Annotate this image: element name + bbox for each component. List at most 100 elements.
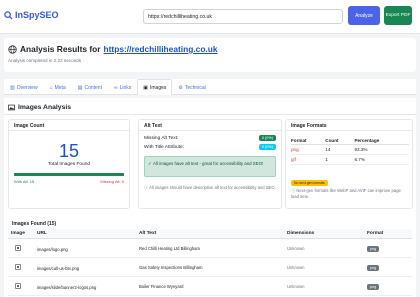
image-icon bbox=[8, 104, 15, 111]
missing-alt-row: Missing Alt Text: 0 (0%) bbox=[144, 135, 276, 141]
panel-heading: Image Formats bbox=[286, 120, 412, 131]
format-badge: png bbox=[367, 245, 379, 252]
image-cell bbox=[8, 257, 34, 277]
tab-links[interactable]: ∞ Links bbox=[108, 79, 137, 95]
format-badge: png bbox=[367, 283, 379, 290]
format-cell: png bbox=[364, 276, 412, 296]
image-url: images/slide/banner2-logos.png bbox=[34, 276, 136, 296]
format-cell: png bbox=[364, 238, 412, 258]
image-cell bbox=[8, 276, 34, 296]
alt-success-alert: ✓ All images have alt text - great for a… bbox=[144, 156, 276, 177]
table-row: png 14 93.3% bbox=[291, 144, 409, 155]
section-title: Images Analysis bbox=[8, 104, 71, 111]
link-icon: ∞ bbox=[113, 85, 118, 91]
images-found-table: Image URL Alt Text Dimensions Format ima… bbox=[8, 229, 412, 296]
note-text: All images should have descriptive alt t… bbox=[149, 185, 276, 190]
alt-coverage-fill bbox=[14, 173, 124, 176]
column-header: Dimensions bbox=[284, 229, 364, 239]
search-icon bbox=[4, 10, 13, 20]
tab-label: Overview bbox=[16, 85, 38, 91]
image-thumbnail-icon[interactable] bbox=[15, 282, 21, 289]
tab-overview[interactable]: ▥ Overview bbox=[4, 79, 44, 95]
gear-icon: ⚙ bbox=[178, 85, 183, 91]
format-name: png bbox=[291, 144, 326, 155]
divider bbox=[4, 114, 416, 115]
image-url: images/call-us-btn.png bbox=[34, 257, 136, 277]
missing-alt-count: Missing Alt: 0 bbox=[100, 179, 124, 184]
missing-alt-badge: 0 (0%) bbox=[258, 135, 276, 141]
format-count: 14 bbox=[325, 144, 355, 155]
analyze-button-label: Analyze bbox=[355, 12, 373, 19]
export-button-label: Export PDF bbox=[385, 12, 411, 18]
top-bar: InSpySEO Analyze Export PDF bbox=[0, 0, 420, 34]
tab-images[interactable]: ▣ Images bbox=[137, 79, 173, 95]
tab-content[interactable]: ▤ Content bbox=[72, 79, 108, 95]
next-gen-badge: No next-gen formats bbox=[291, 180, 328, 186]
with-alt-count: With Alt: 15 bbox=[14, 179, 35, 184]
column-header: Image bbox=[8, 229, 34, 239]
tab-label: Content bbox=[84, 85, 102, 91]
document-icon: ▤ bbox=[77, 85, 83, 91]
table-row[interactable]: images/call-us-btn.png Gas Safety Inspec… bbox=[8, 257, 412, 277]
title-attr-row: With Title Attribute: 0 (0%) bbox=[144, 144, 276, 150]
page-title: Analysis Results for https://redchillihe… bbox=[8, 44, 218, 54]
chart-icon: ▥ bbox=[10, 85, 15, 91]
tab-label: Meta bbox=[54, 85, 66, 91]
export-pdf-button[interactable]: Export PDF bbox=[384, 6, 412, 25]
image-cell bbox=[8, 238, 34, 258]
format-name: gif bbox=[291, 154, 326, 165]
image-alt: Red Chilli Heating Ltd Billingham bbox=[136, 238, 284, 258]
url-input[interactable] bbox=[143, 9, 343, 24]
title-attr-label: With Title Attribute: bbox=[144, 145, 184, 150]
total-images-count: 15 bbox=[58, 141, 80, 161]
format-count: 1 bbox=[325, 154, 355, 165]
tab-technical[interactable]: ⚙ Technical bbox=[172, 79, 211, 95]
column-header: Format bbox=[364, 229, 412, 239]
image-url: images/logo.png bbox=[34, 238, 136, 258]
column-header: Percentage bbox=[354, 137, 409, 145]
alert-text: All images have alt text - great for acc… bbox=[153, 161, 264, 166]
table-row[interactable]: images/logo.png Red Chilli Heating Ltd B… bbox=[8, 238, 412, 258]
image-alt: Gas Safety Inspections Billingham bbox=[136, 257, 284, 277]
image-formats-panel: Image Formats Format Count Percentage pn… bbox=[285, 119, 413, 209]
globe-icon bbox=[8, 44, 17, 54]
image-count-panel: Image Count 15 Total Images Found With A… bbox=[8, 119, 130, 209]
alt-text-note: ⓘ All images should have descriptive alt… bbox=[144, 185, 276, 190]
analyzed-url-link[interactable]: https://redchilliheating.co.uk bbox=[104, 44, 218, 54]
formats-note: ⓘ Next-gen formats like WebP and AVIF ca… bbox=[291, 188, 401, 200]
missing-alt-label: Missing Alt Text: bbox=[144, 136, 179, 141]
panel-heading: Image Count bbox=[9, 120, 129, 131]
section-title-text: Images Analysis bbox=[18, 104, 72, 111]
formats-table: Format Count Percentage png 14 93.3% gif… bbox=[291, 137, 409, 165]
format-cell: png bbox=[364, 257, 412, 277]
tab-label: Technical bbox=[184, 85, 206, 91]
analyze-button[interactable]: Analyze bbox=[348, 6, 380, 25]
image-dimensions: Unknown bbox=[284, 238, 364, 258]
column-header: Format bbox=[291, 137, 326, 145]
tab-label: Images bbox=[149, 85, 167, 91]
column-header: Count bbox=[325, 137, 355, 145]
analysis-time: Analysis completed in 2.22 seconds bbox=[8, 58, 82, 63]
panel-heading: Alt Text bbox=[139, 120, 281, 131]
alt-coverage-bar bbox=[14, 173, 124, 176]
app-logo[interactable]: InSpySEO bbox=[4, 10, 59, 20]
note-text: Next-gen formats like WebP and AVIF can … bbox=[291, 188, 401, 200]
format-badge: png bbox=[367, 264, 379, 271]
table-row[interactable]: images/slide/banner2-logos.png Boiler Fi… bbox=[8, 276, 412, 296]
image-icon: ▣ bbox=[143, 85, 148, 91]
image-dimensions: Unknown bbox=[284, 276, 364, 296]
image-dimensions: Unknown bbox=[284, 257, 364, 277]
title-prefix: Analysis Results for bbox=[20, 44, 101, 54]
tab-label: Links bbox=[119, 85, 132, 91]
column-header: Alt Text bbox=[136, 229, 284, 239]
title-attr-badge: 0 (0%) bbox=[258, 144, 276, 150]
images-found-title: Images Found (15) bbox=[12, 221, 57, 227]
results-tabs: ▥ Overview ⌂ Meta ▤ Content ∞ Links ▣ Images … bbox=[4, 79, 416, 95]
format-percentage: 6.7% bbox=[354, 154, 409, 165]
check-circle-icon: ✓ bbox=[148, 161, 152, 166]
total-images-label: Total Images Found bbox=[47, 162, 91, 167]
column-header: URL bbox=[34, 229, 136, 239]
image-thumbnail-icon[interactable] bbox=[15, 263, 21, 270]
image-thumbnail-icon[interactable] bbox=[15, 244, 21, 251]
tab-meta[interactable]: ⌂ Meta bbox=[44, 79, 72, 95]
